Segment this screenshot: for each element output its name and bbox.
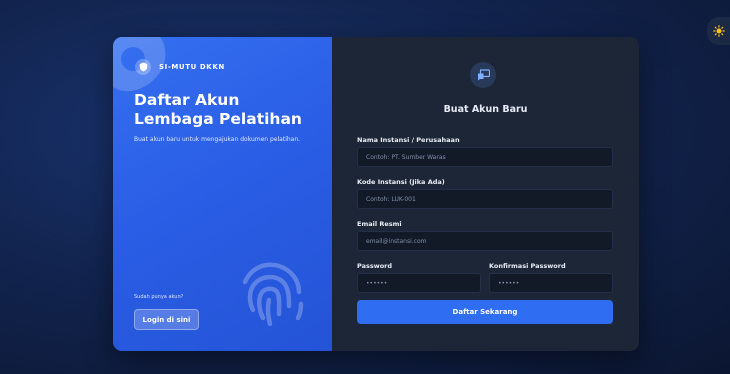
code-input[interactable]: Contoh: LUK-001 <box>357 189 613 209</box>
email-label: Email Resmi <box>357 220 402 228</box>
confirm-password-label: Konfirmasi Password <box>489 262 566 270</box>
theme-toggle-button[interactable] <box>707 17 730 45</box>
sun-icon <box>713 25 725 37</box>
login-prompt: Sudah punya akun? <box>134 294 184 300</box>
institution-input[interactable]: Contoh: PT. Sumber Waras <box>357 147 613 167</box>
form-panel: Buat Akun Baru Nama Instansi / Perusahaa… <box>332 37 639 351</box>
register-button[interactable]: Daftar Sekarang <box>357 300 613 324</box>
confirm-password-input[interactable]: •••••• <box>489 273 613 293</box>
brand: SI-MUTU DKKN <box>135 59 225 75</box>
shield-icon <box>135 59 151 75</box>
password-input[interactable]: •••••• <box>357 273 481 293</box>
institution-label: Nama Instansi / Perusahaan <box>357 136 460 144</box>
info-panel: SI-MUTU DKKN Daftar Akun Lembaga Pelatih… <box>113 37 332 351</box>
email-input[interactable]: email@instansi.com <box>357 231 613 251</box>
fingerprint-icon <box>242 262 304 327</box>
chat-icon <box>470 62 496 88</box>
login-button[interactable]: Login di sini <box>134 309 199 330</box>
password-label: Password <box>357 262 393 270</box>
page-title: Daftar Akun Lembaga Pelatihan <box>134 91 302 128</box>
brand-name: SI-MUTU DKKN <box>159 63 225 71</box>
register-card: SI-MUTU DKKN Daftar Akun Lembaga Pelatih… <box>113 37 639 351</box>
code-label: Kode Instansi (Jika Ada) <box>357 178 445 186</box>
form-title: Buat Akun Baru <box>443 104 528 115</box>
page-description: Buat akun baru untuk mengajukan dokumen … <box>134 136 301 143</box>
